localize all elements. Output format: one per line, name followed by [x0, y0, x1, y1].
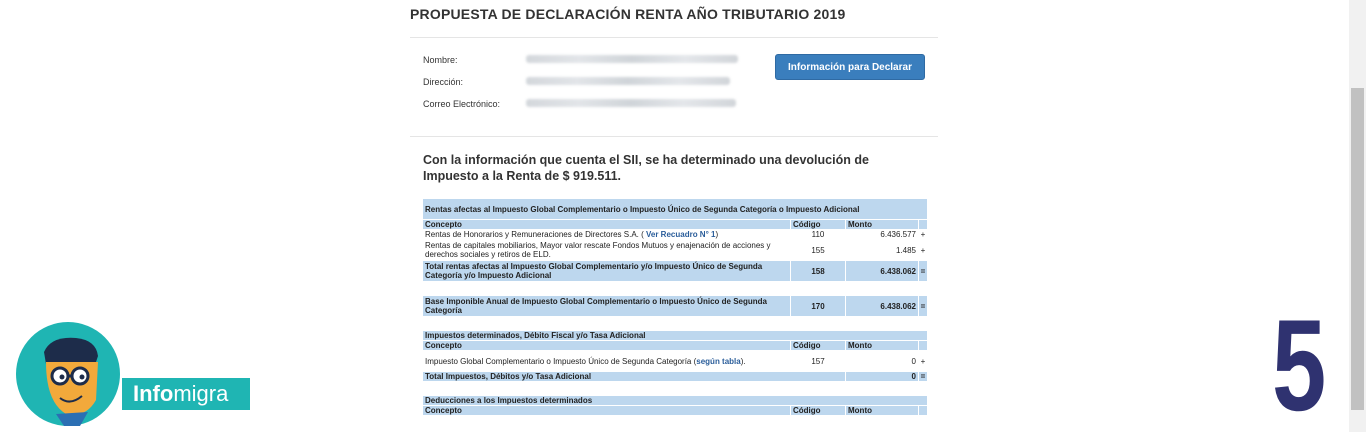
info-declarar-button[interactable]: Información para Declarar — [775, 54, 925, 80]
section-title: Deducciones a los Impuestos determinados — [421, 395, 929, 406]
ver-recuadro-link[interactable]: Ver Recuadro N° 1 — [646, 230, 715, 239]
row-amount: 0 — [845, 350, 919, 372]
divider — [410, 37, 938, 38]
col-monto: Monto — [845, 405, 919, 416]
col-concepto: Concepto — [422, 405, 791, 416]
row-sign: + — [917, 350, 929, 372]
mascot-face-icon — [44, 337, 98, 426]
row-concept: Rentas de capitales mobiliarios, Mayor v… — [422, 239, 791, 261]
row-amount: 6.438.062 — [845, 295, 919, 317]
scrollbar-thumb[interactable] — [1351, 88, 1364, 410]
row-code: 110 — [790, 229, 846, 240]
tax-table: Rentas afectas al Impuesto Global Comple… — [421, 198, 929, 416]
email-label: Correo Electrónico: — [423, 99, 501, 109]
section-title: Impuestos determinados, Débito Fiscal y/… — [421, 330, 929, 341]
total-row: Total Impuestos, Débitos y/o Tasa Adicio… — [422, 371, 929, 382]
row-concept: Impuesto Global Complementario o Impuest… — [422, 350, 791, 372]
total-row: Base Imponible Anual de Impuesto Global … — [422, 295, 929, 317]
row-sign: = — [917, 260, 929, 282]
row-concept: Total Impuestos, Débitos y/o Tasa Adicio… — [422, 371, 846, 382]
row-sign: = — [917, 371, 929, 382]
column-header-row: Concepto Código Monto — [422, 405, 929, 416]
row-amount: 0 — [845, 371, 919, 382]
row-code: 157 — [790, 350, 846, 372]
row-concept: Base Imponible Anual de Impuesto Global … — [422, 295, 791, 317]
email-value-redacted — [526, 99, 736, 107]
section-header: Rentas afectas al Impuesto Global Comple… — [421, 198, 929, 220]
row-code: 170 — [790, 295, 846, 317]
section-title: Rentas afectas al Impuesto Global Comple… — [421, 198, 929, 220]
address-value-redacted — [526, 77, 730, 85]
row-sign: + — [917, 229, 929, 240]
section-header: Deducciones a los Impuestos determinados — [421, 395, 929, 406]
col-codigo: Código — [790, 219, 846, 230]
col-monto: Monto — [845, 219, 919, 230]
column-header-row: Concepto Código Monto — [422, 340, 929, 351]
row-sign: + — [917, 239, 929, 261]
column-header-row: Concepto Código Monto — [422, 219, 929, 230]
table-row: Impuesto Global Complementario o Impuest… — [422, 350, 929, 372]
row-amount: 6.436.577 — [845, 229, 919, 240]
row-amount: 1.485 — [845, 239, 919, 261]
step-number: 5 — [1272, 292, 1327, 438]
row-sign: = — [917, 295, 929, 317]
row-amount: 6.438.062 — [845, 260, 919, 282]
divider — [410, 136, 938, 137]
row-code: 155 — [790, 239, 846, 261]
table-row: Rentas de capitales mobiliarios, Mayor v… — [422, 239, 929, 261]
row-concept: Rentas de Honorarios y Remuneraciones de… — [422, 229, 791, 240]
row-concept: Total rentas afectas al Impuesto Global … — [422, 260, 791, 282]
col-codigo: Código — [790, 405, 846, 416]
page-title: PROPUESTA DE DECLARACIÓN RENTA AÑO TRIBU… — [410, 6, 846, 22]
infomigra-wordmark: Infomigra — [133, 381, 229, 406]
name-label: Nombre: — [423, 55, 458, 65]
row-code: 158 — [790, 260, 846, 282]
segun-tabla-link[interactable]: según tabla — [696, 357, 740, 366]
refund-summary: Con la información que cuenta el SII, se… — [423, 153, 869, 183]
col-codigo: Código — [790, 340, 846, 351]
name-value-redacted — [526, 55, 738, 63]
col-concepto: Concepto — [422, 340, 791, 351]
col-concepto: Concepto — [422, 219, 791, 230]
total-row: Total rentas afectas al Impuesto Global … — [422, 260, 929, 282]
col-monto: Monto — [845, 340, 919, 351]
table-row: Rentas de Honorarios y Remuneraciones de… — [422, 229, 929, 240]
address-label: Dirección: — [423, 77, 464, 87]
section-header: Impuestos determinados, Débito Fiscal y/… — [421, 330, 929, 341]
